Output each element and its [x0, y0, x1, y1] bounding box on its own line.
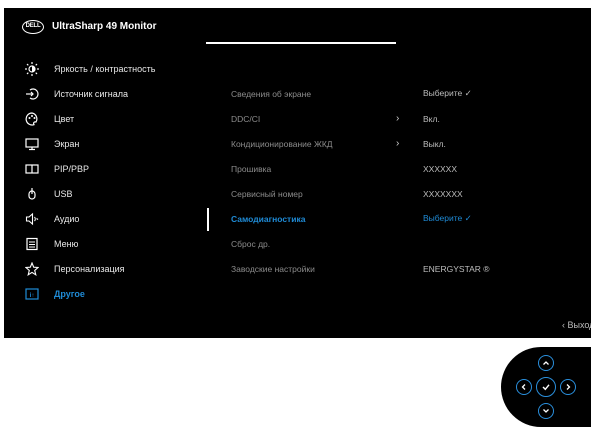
audio-icon — [24, 211, 40, 227]
menu-item-label: PIP/PBP — [54, 163, 90, 174]
menu-item-label: Аудио — [54, 213, 80, 224]
menu-icon — [24, 236, 40, 252]
submenu-value: Выберите ✓ — [423, 88, 472, 98]
menu-item-label: Источник сигнала — [54, 88, 128, 99]
menu-item-pip-pbp[interactable]: PIP/PBP — [18, 156, 198, 181]
chevron-up-icon[interactable] — [538, 355, 554, 371]
chevron-right-icon: › — [396, 138, 400, 149]
submenu-self-diagnostic[interactable]: Самодиагностика Выберите ✓ — [231, 206, 591, 231]
menu-item-brightness-contrast[interactable]: Яркость / контрастность — [18, 56, 198, 81]
osd-header: DELL UltraSharp 49 Monitor — [4, 8, 591, 44]
svg-text:i↑: i↑ — [30, 293, 35, 299]
header-divider — [206, 42, 396, 44]
star-icon — [24, 261, 40, 277]
submenu-label: Сервисный номер — [231, 188, 303, 199]
brightness-icon — [24, 61, 40, 77]
monitor-title: UltraSharp 49 Monitor — [52, 21, 157, 32]
joystick-guide — [501, 347, 591, 427]
menu-item-input-source[interactable]: Источник сигнала — [18, 81, 198, 106]
menu-item-label: Экран — [54, 138, 80, 149]
submenu-service-tag[interactable]: Сервисный номер XXXXXXX — [231, 181, 591, 206]
submenu-label: DDC/CI — [231, 113, 261, 124]
osd-menu: DELL UltraSharp 49 Monitor Яркость / кон… — [4, 8, 591, 338]
menu-item-personalize[interactable]: Персонализация — [18, 256, 198, 281]
menu-item-label: Персонализация — [54, 263, 125, 274]
submenu-value: XXXXXXX — [423, 188, 463, 199]
usb-icon — [24, 186, 40, 202]
submenu-value: ENERGYSTAR ® — [423, 263, 490, 274]
checkmark-icon[interactable] — [536, 377, 556, 397]
submenu-ddc-ci[interactable]: DDC/CI › Вкл. — [231, 106, 591, 131]
menu-item-others[interactable]: i↑ Другое — [18, 281, 198, 306]
selection-indicator — [207, 208, 209, 231]
exit-button[interactable]: ‹ Выход — [562, 320, 591, 330]
color-palette-icon — [24, 111, 40, 127]
menu-item-label: USB — [54, 188, 73, 199]
input-source-icon — [24, 86, 40, 102]
submenu-reset-others[interactable]: Сброс др. — [231, 231, 591, 256]
pip-pbp-icon — [24, 161, 40, 177]
menu-item-audio[interactable]: Аудио — [18, 206, 198, 231]
submenu-firmware[interactable]: Прошивка XXXXXX — [231, 156, 591, 181]
submenu-value: Выберите ✓ — [423, 213, 472, 223]
menu-item-label: Яркость / контрастность — [54, 63, 156, 74]
submenu-label: Заводские настройки — [231, 263, 315, 274]
submenu-label: Кондиционирование ЖКД — [231, 138, 333, 149]
others-icon: i↑ — [24, 286, 40, 302]
menu-item-display[interactable]: Экран — [18, 131, 198, 156]
submenu-value: Выкл. — [423, 138, 446, 149]
submenu-lcd-conditioning[interactable]: Кондиционирование ЖКД › Выкл. — [231, 131, 591, 156]
dell-logo: DELL — [22, 20, 44, 34]
submenu-label: Сведения об экране — [231, 88, 312, 99]
menu-item-label: Меню — [54, 238, 79, 249]
others-submenu: Сведения об экране Выберите ✓ DDC/CI › В… — [231, 81, 591, 281]
submenu-label: Прошивка — [231, 163, 272, 174]
menu-item-label: Другое — [54, 288, 85, 299]
main-menu: Яркость / контрастность Источник сигнала… — [18, 56, 198, 306]
submenu-value: Вкл. — [423, 113, 440, 124]
chevron-right-icon[interactable] — [560, 379, 576, 395]
submenu-label: Самодиагностика — [231, 213, 306, 224]
chevron-right-icon: › — [396, 113, 400, 124]
menu-item-menu[interactable]: Меню — [18, 231, 198, 256]
submenu-value: XXXXXX — [423, 163, 458, 174]
chevron-left-icon[interactable] — [516, 379, 532, 395]
display-icon — [24, 136, 40, 152]
menu-item-label: Цвет — [54, 113, 75, 124]
submenu-display-info[interactable]: Сведения об экране Выберите ✓ — [231, 81, 591, 106]
menu-item-color[interactable]: Цвет — [18, 106, 198, 131]
submenu-label: Сброс др. — [231, 238, 271, 249]
submenu-factory-reset[interactable]: Заводские настройки ENERGYSTAR ® — [231, 256, 591, 281]
chevron-down-icon[interactable] — [538, 403, 554, 419]
menu-item-usb[interactable]: USB — [18, 181, 198, 206]
